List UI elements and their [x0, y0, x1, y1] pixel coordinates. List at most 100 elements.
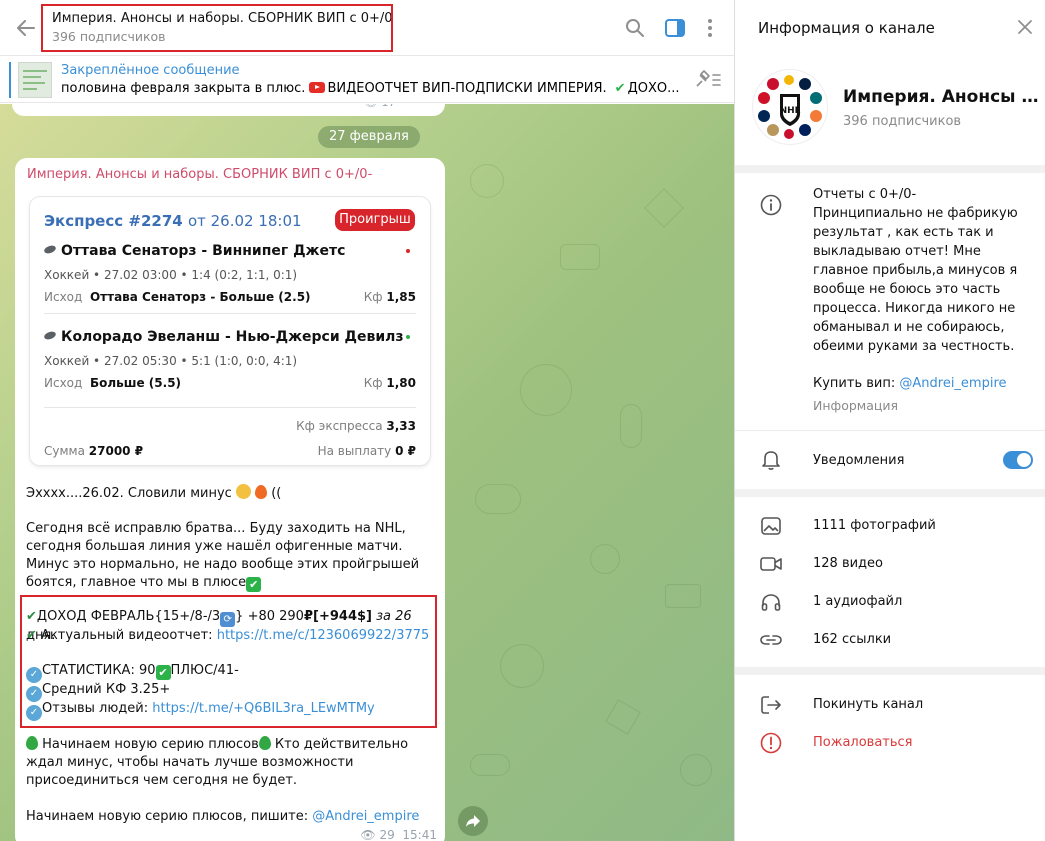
checkmark-icon: ✔ [614, 81, 626, 96]
videos-count: 128 видео [813, 556, 883, 571]
media-row-links[interactable]: 162 ссылки [735, 621, 1045, 659]
match-result-dot [406, 249, 410, 253]
more-menu-icon[interactable] [698, 16, 722, 40]
puck-icon [43, 330, 57, 341]
panel-media-section: 1111 фотографий 128 видео 1 аудиофайл 16… [735, 497, 1045, 667]
match-bet: Исход Оттава Сенаторз - Больше (2.5) Кф … [44, 290, 416, 304]
report-row[interactable]: Пожаловаться [735, 724, 1045, 762]
pinned-title: Закреплённое сообщение [61, 63, 240, 78]
card-divider [44, 407, 416, 408]
bet-type: Экспресс [44, 212, 124, 230]
channel-avatar[interactable]: NHL [753, 70, 827, 144]
leave-channel-row[interactable]: Покинуть канал [735, 686, 1045, 724]
match-bet: Исход Больше (5.5) Кф 1,80 [44, 376, 416, 390]
previous-views: 👁 17 [364, 104, 395, 109]
previous-views-count: 17 [381, 104, 395, 109]
message-paragraph-2: Сегодня всё исправлю братва... Буду захо… [26, 520, 438, 592]
panel-title: Информация о канале [758, 19, 935, 37]
chat-background: 👁 17 27 февраля Империя. Анонсы и наборы… [0, 104, 734, 841]
report-icon [759, 731, 783, 755]
video-report-link[interactable]: https://t.me/c/1236069922/3775 [217, 628, 430, 643]
buy-vip-link[interactable]: @Andrei_empire [899, 376, 1006, 391]
pinned-text: половина февраля закрыта в плюс. ВИДЕООТЧ… [61, 81, 681, 96]
contact-link[interactable]: @Andrei_empire [312, 809, 419, 824]
chat-area: Империя. Анонсы и наборы. СБОРНИК ВИП с … [0, 0, 734, 841]
reviews-link[interactable]: https://t.me/+Q6BIL3ra_LEwMTMy [152, 701, 375, 716]
payout-value: 0 ₽ [395, 444, 416, 458]
bet-number: #2274 [128, 212, 183, 230]
pinned-text-video: ВИДЕООТЧЕТ ВИП-ПОДПИСКИ ИМПЕРИЯ. [327, 81, 607, 96]
video-label: Актуальный видеоотчет: [41, 628, 213, 643]
express-kf-label: Кф экспресса [296, 419, 383, 433]
check-emoji-icon: ✔ [155, 665, 171, 680]
buy-vip-line: Купить вип: @Andrei_empire [813, 376, 1007, 391]
video-report-line: ✔ Актуальный видеоотчет: https://t.me/c/… [26, 627, 438, 645]
check-mark-icon: ✔ [26, 628, 37, 643]
match-meta: Хоккей • 27.02 03:00 • 1:4 (0:2, 1:1, 0:… [44, 268, 298, 282]
message-footer: 👁 29 15:41 [360, 828, 437, 841]
message-bubble[interactable]: Империя. Анонсы и наборы. СБОРНИК ВИП с … [15, 158, 445, 841]
info-icon [759, 193, 783, 217]
media-row-audio[interactable]: 1 аудиофайл [735, 583, 1045, 621]
message-views: 29 [379, 828, 395, 841]
statistics-text: СТАТИСТИКА: 90 [42, 663, 156, 678]
headphones-icon [759, 590, 783, 614]
media-row-photos[interactable]: 1111 фотографий [735, 507, 1045, 545]
eye-icon: 👁 [360, 828, 376, 841]
notifications-toggle[interactable] [1003, 451, 1033, 469]
previous-message-bubble[interactable]: 👁 17 [12, 104, 445, 116]
match-teams: Колорадо Эвеланш - Нью-Джерси Девилз [61, 329, 404, 345]
pinned-accent-line [9, 62, 11, 98]
payout-label: На выплату [317, 444, 392, 458]
media-row-videos[interactable]: 128 видео [735, 545, 1045, 583]
check-mark-icon: ✔ [26, 609, 37, 624]
bet-date: от 26.02 18:01 [187, 212, 302, 230]
sidebar-toggle-icon[interactable] [663, 16, 687, 40]
bet-label: Исход [44, 290, 83, 304]
report-label: Пожаловаться [813, 735, 913, 750]
chat-title-highlight[interactable]: Империя. Анонсы и наборы. СБОРНИК ВИП с … [41, 4, 393, 52]
unpin-icon[interactable] [694, 69, 722, 93]
chat-header: Империя. Анонсы и наборы. СБОРНИК ВИП с … [0, 0, 734, 56]
message-author[interactable]: Империя. Анонсы и наборы. СБОРНИК ВИП с … [27, 167, 372, 182]
verified-badge-icon: ✓ [26, 705, 42, 721]
panel-header-section: Информация о канале NHL Империя. Анонсы … [735, 0, 1045, 165]
bet-match: Колорадо Эвеланш - Нью-Джерси Девилз Хок… [43, 329, 416, 390]
income-days: за 26 [376, 609, 412, 624]
message-text: Эххxx....26.02. Словили минус [26, 486, 232, 501]
date-separator: 27 февраля [318, 126, 420, 148]
express-kf: Кф экспресса 3,33 [296, 419, 416, 433]
card-divider [44, 313, 416, 314]
close-icon[interactable] [1017, 19, 1035, 37]
kf-value: 1,80 [386, 376, 416, 390]
green-fire-emoji-icon [26, 736, 38, 750]
bell-icon [759, 448, 783, 472]
forward-button[interactable] [458, 806, 488, 836]
express-kf-value: 3,33 [386, 419, 416, 433]
video-icon [759, 552, 783, 576]
reviews-label: Отзывы людей: [42, 701, 149, 716]
pinned-message-bar[interactable]: Закреплённое сообщение половина февраля … [0, 57, 734, 103]
info-caption: Информация [813, 398, 899, 413]
message-paragraph-5: Начинаем новую серию плюсов, пишите: @An… [26, 808, 438, 826]
message-text: (( [271, 486, 282, 501]
bet-sum: Сумма 27000 ₽ [44, 444, 143, 458]
bet-label: Исход [44, 376, 83, 390]
check-emoji-icon: ✔ [246, 577, 262, 592]
back-arrow-icon[interactable] [10, 12, 42, 44]
links-count: 162 ссылки [813, 632, 892, 647]
channel-info-panel: Информация о канале NHL Империя. Анонсы … [734, 0, 1045, 841]
svg-text:NHL: NHL [780, 106, 801, 116]
search-icon[interactable] [623, 16, 647, 40]
avg-kf-text: Средний КФ 3.25+ [42, 682, 171, 697]
avg-kf-line: ✓ Средний КФ 3.25+ [26, 681, 438, 702]
photo-icon [759, 514, 783, 538]
message-line-1: Эххxx....26.02. Словили минус (( [26, 484, 438, 503]
leave-channel-label: Покинуть канал [813, 697, 924, 712]
puck-icon [43, 244, 57, 255]
fire-emoji-icon [255, 485, 268, 499]
match-kf: Кф 1,80 [364, 376, 416, 390]
bet-value: Больше (5.5) [89, 376, 182, 390]
refresh-emoji-icon: ⟳ [220, 612, 236, 627]
bet-card: Экспресс #2274 от 26.02 18:01 Проигрыш О… [30, 197, 430, 465]
